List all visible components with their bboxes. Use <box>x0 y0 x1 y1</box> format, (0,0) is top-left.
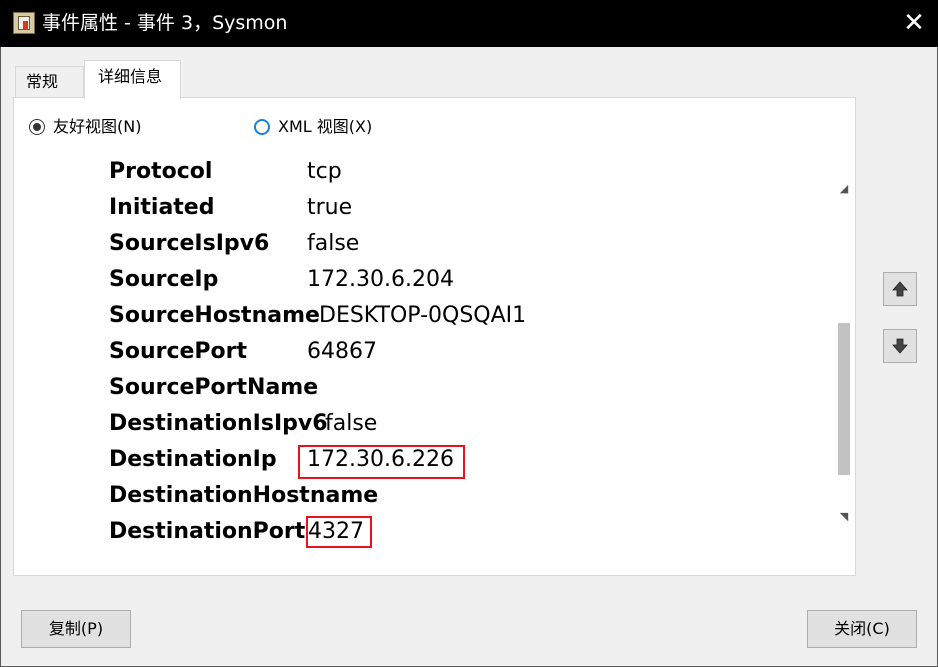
field-key: SourcePort <box>109 339 248 364</box>
radio-unchecked-icon <box>254 118 270 135</box>
field-value: 172.30.6.226 <box>307 447 454 472</box>
xml-view-radio[interactable]: XML 视图(X) <box>254 115 372 139</box>
field-key: Protocol <box>109 159 213 184</box>
xml-view-label: XML 视图(X) <box>278 117 373 136</box>
friendly-view-label: 友好视图(N) <box>53 117 142 136</box>
friendly-view-radio[interactable]: 友好视图(N) <box>29 115 141 139</box>
field-value: true <box>307 195 353 220</box>
field-key: SourceIp <box>109 267 219 292</box>
field-value: 172.30.6.204 <box>307 267 454 292</box>
radio-checked-icon <box>29 118 45 135</box>
field-value: false <box>307 231 360 256</box>
event-viewer-icon <box>13 12 35 34</box>
tab-general[interactable]: 常规 <box>15 66 84 98</box>
scroll-down-icon[interactable]: ◥ <box>838 510 850 524</box>
tab-details-label: 详细信息 <box>98 67 163 86</box>
field-key: SourcePortName <box>109 375 319 400</box>
field-value: DESKTOP-0QSQAI1 <box>319 303 527 328</box>
close-window-button[interactable]: ✕ <box>890 0 938 47</box>
field-key: SourceIsIpv6 <box>109 231 270 256</box>
field-value: tcp <box>307 159 342 184</box>
field-value: false <box>325 411 378 436</box>
previous-event-button[interactable] <box>883 272 917 306</box>
scroll-up-icon[interactable]: ◢ <box>838 182 850 196</box>
tab-general-label: 常规 <box>26 72 59 91</box>
field-value: 4327 <box>308 519 364 544</box>
event-detail-view[interactable]: Protocol tcp Initiated true SourceIsIpv6… <box>42 156 835 550</box>
field-key: Initiated <box>109 195 215 220</box>
field-key: DestinationHostname <box>109 483 379 508</box>
window-title: 事件属性 - 事件 3，Sysmon <box>42 12 288 34</box>
field-key: DestinationIp <box>109 447 277 472</box>
title-bar: 事件属性 - 事件 3，Sysmon ✕ <box>0 0 938 47</box>
close-button[interactable]: 关闭(C) <box>807 610 917 648</box>
detail-scrollbar[interactable]: ◢ ◥ <box>835 156 853 550</box>
field-key: DestinationIsIpv6 <box>109 411 328 436</box>
field-key: DestinationPort <box>109 519 306 544</box>
field-value: 64867 <box>307 339 377 364</box>
arrow-up-icon <box>892 281 908 297</box>
arrow-down-icon <box>892 338 908 354</box>
field-key: SourceHostname <box>109 303 320 328</box>
tab-details[interactable]: 详细信息 <box>84 60 181 99</box>
copy-button[interactable]: 复制(P) <box>21 610 131 648</box>
next-event-button[interactable] <box>883 329 917 363</box>
scrollbar-thumb[interactable] <box>838 323 850 475</box>
